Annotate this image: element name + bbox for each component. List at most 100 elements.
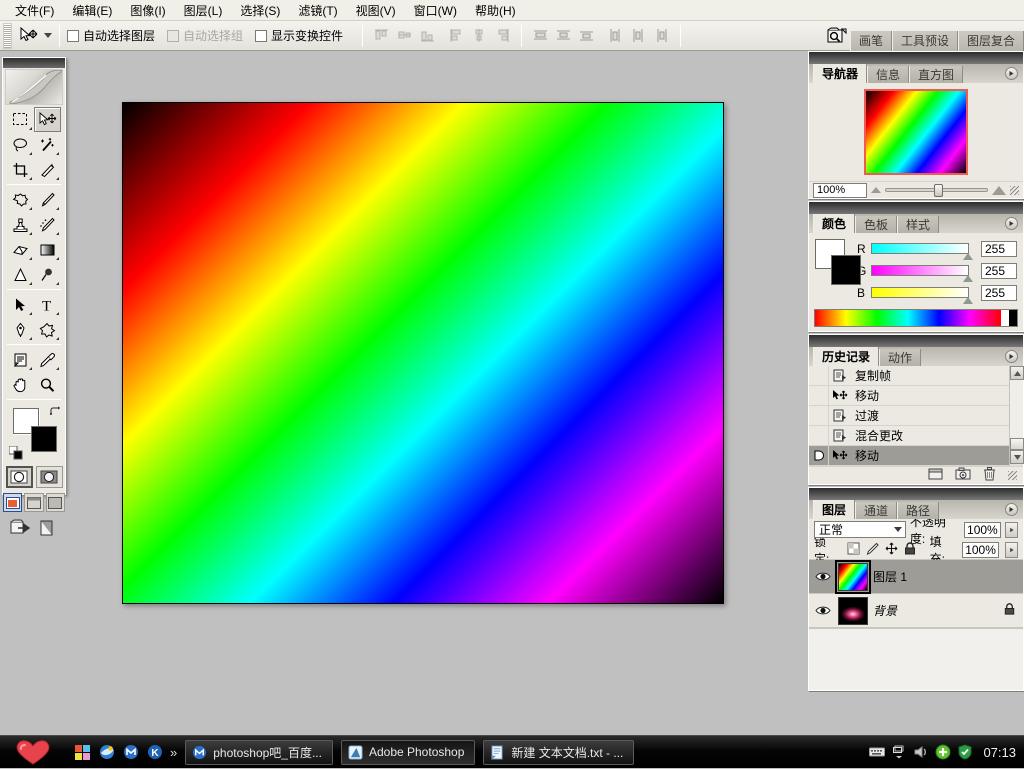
navigator-thumbnail-area[interactable] [809,83,1023,181]
tab-histogram[interactable]: 直方图 [909,66,963,83]
channel-value-r[interactable]: 255 [981,241,1017,257]
tool-hand[interactable] [7,372,34,397]
image-canvas[interactable] [123,103,723,603]
auto-select-layer-option[interactable]: 自动选择图层 [67,27,155,44]
layer-thumbnail[interactable] [838,563,868,591]
history-item[interactable]: 复制帧 [809,366,1023,386]
layer-name[interactable]: 背景 [873,602,897,619]
standard-screen-mode-button[interactable] [3,493,22,512]
tool-notes[interactable] [7,347,34,372]
maxthon-button[interactable] [122,744,139,761]
align-right-edges-button[interactable] [492,25,513,46]
tool-dodge[interactable] [34,262,61,287]
color-panel-menu-button[interactable] [1005,217,1018,230]
slider-b[interactable] [871,287,969,298]
tab-info[interactable]: 信息 [867,66,909,83]
tool-healing-brush[interactable] [7,187,34,212]
slider-r[interactable] [871,243,969,254]
scroll-up-button[interactable] [1010,366,1024,380]
dock-tab-brushes[interactable]: 画笔 [850,31,892,51]
audio-icon[interactable] [913,744,929,760]
tool-crop[interactable] [7,157,34,182]
lock-image-button[interactable] [866,542,879,558]
history-scrollbar[interactable] [1009,366,1023,466]
resize-grip[interactable] [1010,186,1019,195]
menu-item-view[interactable]: 视图(V) [347,0,405,21]
tool-custom-shape[interactable] [34,317,61,342]
lock-all-button[interactable] [904,542,916,558]
layer-visibility-toggle[interactable] [813,571,833,582]
ie-browser-button[interactable] [98,744,115,761]
dock-tab-tool-presets[interactable]: 工具预设 [892,31,958,51]
jump-to-other-button[interactable] [38,519,58,540]
zoom-in-icon[interactable] [992,186,1006,195]
slider-knob[interactable] [963,275,973,282]
tab-history[interactable]: 历史记录 [813,347,879,366]
quick-mask-mode-button[interactable] [36,466,63,488]
menu-item-file[interactable]: 文件(F) [6,0,63,21]
file-browser-button[interactable] [824,23,850,49]
menu-item-image[interactable]: 图像(I) [121,0,174,21]
slider-g[interactable] [871,265,969,276]
tool-marquee[interactable] [7,107,34,132]
scroll-thumb[interactable] [1010,438,1024,450]
lock-position-button[interactable] [885,542,898,558]
layer-row[interactable]: 图层 1 [809,560,1023,594]
distribute-vertical-centers-button[interactable] [553,25,574,46]
dock-tab-layer-comps[interactable]: 图层复合 [958,31,1024,51]
options-bar-grip[interactable] [3,23,12,49]
align-vertical-centers-button[interactable] [394,25,415,46]
menu-item-edit[interactable]: 编辑(E) [63,0,121,21]
tab-paths[interactable]: 路径 [897,502,939,519]
history-snapshot-box[interactable] [809,366,829,385]
background-color-swatch[interactable] [831,255,861,285]
tool-eyedropper[interactable] [34,347,61,372]
quick-launch-overflow-button[interactable]: » [170,745,177,760]
full-screen-with-menubar-button[interactable] [24,493,43,512]
chevron-down-icon[interactable] [894,527,902,532]
resize-grip[interactable] [1008,471,1017,480]
color-spectrum-ramp[interactable] [814,309,1018,327]
menu-item-select[interactable]: 选择(S) [231,0,289,21]
tool-gradient[interactable] [34,237,61,262]
layers-empty-area[interactable] [809,628,1023,690]
tab-swatches[interactable]: 色板 [855,216,897,233]
history-snapshot-box[interactable] [809,406,829,425]
menu-item-layer[interactable]: 图层(L) [175,0,232,21]
scroll-track[interactable] [1010,380,1023,438]
standard-mode-button[interactable] [6,466,33,488]
history-snapshot-box[interactable] [809,446,829,465]
taskbar-clock[interactable]: 07:13 [979,745,1016,760]
tool-move[interactable] [34,107,61,132]
tool-history-brush[interactable] [34,212,61,237]
spectrum-hues[interactable] [815,310,1001,326]
tool-brush[interactable] [34,187,61,212]
distribute-horizontal-centers-button[interactable] [628,25,649,46]
tool-pen[interactable] [7,317,34,342]
tab-color[interactable]: 颜色 [813,214,855,233]
layers-panel-menu-button[interactable] [1005,503,1018,516]
swap-colors-icon[interactable] [49,406,61,421]
kingsoft-button[interactable]: K [146,744,163,761]
taskbar-button-notepad[interactable]: 新建 文本文档.txt - ... [483,740,634,765]
lock-transparency-button[interactable] [847,542,860,558]
tool-zoom[interactable] [34,372,61,397]
tool-magic-wand[interactable] [34,132,61,157]
background-color-swatch[interactable] [31,426,57,452]
history-item[interactable]: 移动 [809,386,1023,406]
layer-row[interactable]: 背景 [809,594,1023,628]
toolbox-titlebar[interactable] [3,58,65,68]
start-button[interactable] [0,736,66,769]
history-item[interactable]: 混合更改 [809,426,1023,446]
default-colors-icon[interactable] [9,446,23,463]
channel-value-g[interactable]: 255 [981,263,1017,279]
scroll-down-button[interactable] [1010,450,1024,464]
tool-lasso[interactable] [7,132,34,157]
tool-clone-stamp[interactable] [7,212,34,237]
show-desktop-button[interactable] [74,744,91,761]
align-bottom-edges-button[interactable] [417,25,438,46]
history-snapshot-box[interactable] [809,386,829,405]
layers-panel-titlebar[interactable] [809,488,1023,500]
tab-navigator[interactable]: 导航器 [813,64,867,83]
channel-value-b[interactable]: 255 [981,285,1017,301]
